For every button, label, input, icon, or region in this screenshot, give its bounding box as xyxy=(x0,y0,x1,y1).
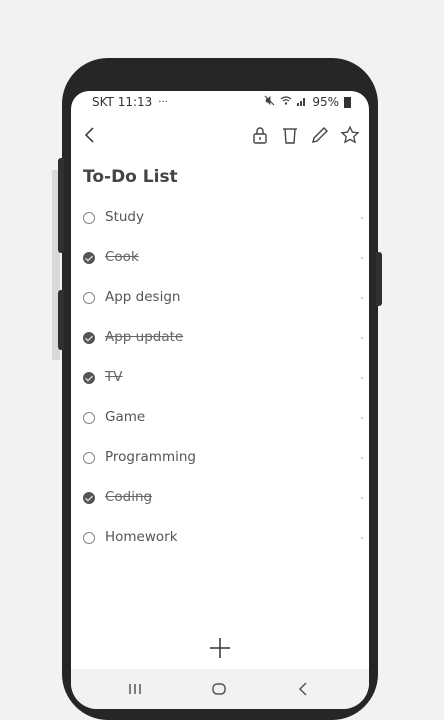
list-item[interactable]: App update xyxy=(71,319,369,359)
app-bar xyxy=(71,117,369,153)
dot-icon xyxy=(361,497,363,499)
checkbox-icon[interactable] xyxy=(83,492,95,504)
item-label[interactable]: App design xyxy=(105,289,180,305)
mute-icon xyxy=(264,95,275,109)
list-item[interactable]: Study xyxy=(71,199,369,239)
bixby-button xyxy=(58,290,64,350)
dot-icon xyxy=(361,297,363,299)
checkbox-icon[interactable] xyxy=(83,212,95,224)
plus-icon[interactable] xyxy=(207,635,233,661)
list-item[interactable]: Game xyxy=(71,399,369,439)
checkbox-icon[interactable] xyxy=(83,252,95,264)
checkbox-icon[interactable] xyxy=(83,452,95,464)
dot-icon xyxy=(361,337,363,339)
checkbox-icon[interactable] xyxy=(83,372,95,384)
back-icon[interactable] xyxy=(291,677,315,701)
checkbox-icon[interactable] xyxy=(83,532,95,544)
list-item[interactable]: TV xyxy=(71,359,369,399)
status-more: ··· xyxy=(158,96,168,108)
dot-icon xyxy=(361,217,363,219)
app-screen: SKT 11:13 ··· 95% To-Do List Study Cook … xyxy=(71,91,369,709)
checkbox-icon[interactable] xyxy=(83,332,95,344)
battery-icon xyxy=(344,96,351,108)
checkbox-icon[interactable] xyxy=(83,292,95,304)
list-item[interactable]: App design xyxy=(71,279,369,319)
wifi-icon xyxy=(280,95,292,109)
item-label[interactable]: Homework xyxy=(105,529,178,545)
dot-icon xyxy=(361,417,363,419)
trash-icon[interactable] xyxy=(276,121,304,149)
dot-icon xyxy=(361,377,363,379)
item-label[interactable]: Coding xyxy=(105,489,152,505)
signal-icon xyxy=(297,95,307,109)
item-label[interactable]: Programming xyxy=(105,449,196,465)
battery-percent: 95% xyxy=(312,95,339,109)
power-button xyxy=(376,252,382,306)
checkbox-icon[interactable] xyxy=(83,412,95,424)
item-label[interactable]: TV xyxy=(105,369,122,385)
system-nav-bar xyxy=(71,669,369,709)
todo-list: Study Cook App design App update TV Game xyxy=(71,199,369,559)
dot-icon xyxy=(361,257,363,259)
list-item[interactable]: Homework xyxy=(71,519,369,559)
item-label[interactable]: Cook xyxy=(105,249,139,265)
pencil-icon[interactable] xyxy=(306,121,334,149)
list-item[interactable]: Cook xyxy=(71,239,369,279)
page-title: To-Do List xyxy=(83,167,178,187)
carrier-time: SKT 11:13 xyxy=(92,95,153,109)
back-arrow-icon[interactable] xyxy=(77,121,105,149)
home-icon[interactable] xyxy=(207,677,231,701)
star-icon[interactable] xyxy=(336,121,364,149)
item-label[interactable]: Game xyxy=(105,409,145,425)
list-item[interactable]: Coding xyxy=(71,479,369,519)
status-bar: SKT 11:13 ··· 95% xyxy=(71,91,369,115)
dot-icon xyxy=(361,537,363,539)
volume-button xyxy=(58,158,64,253)
item-label[interactable]: App update xyxy=(105,329,183,345)
item-label[interactable]: Study xyxy=(105,209,144,225)
recents-icon[interactable] xyxy=(123,677,147,701)
dot-icon xyxy=(361,457,363,459)
lock-icon[interactable] xyxy=(246,121,274,149)
list-item[interactable]: Programming xyxy=(71,439,369,479)
